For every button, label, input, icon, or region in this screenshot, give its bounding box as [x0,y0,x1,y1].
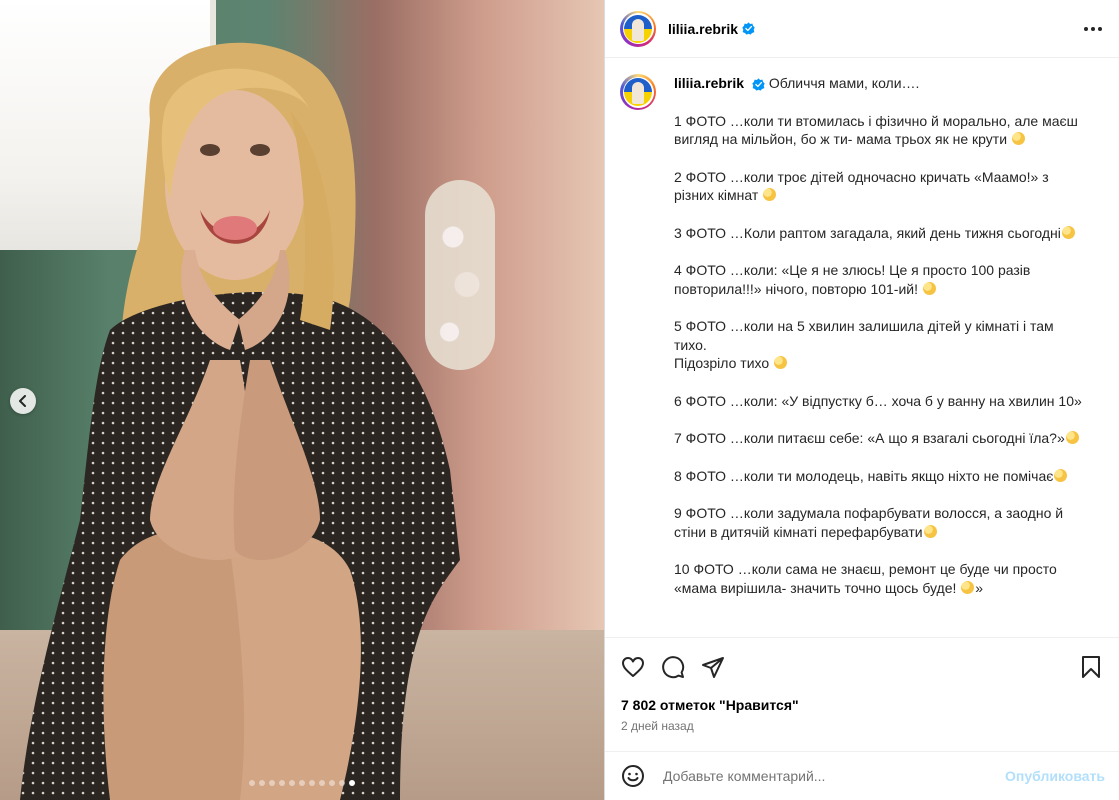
post-actions [605,637,1119,695]
emoji-icon [1065,431,1079,444]
caption-text: liliia.rebrik Обличчя мами, коли…. 1 ФОТ… [674,74,1084,597]
bookmark-icon [1082,655,1100,678]
post-header: liliia.rebrik [605,0,1119,58]
like-button[interactable] [621,655,645,679]
carousel-dot [259,780,265,786]
carousel-dot [269,780,275,786]
carousel-dot [249,780,255,786]
share-button[interactable] [701,655,725,679]
carousel-dot [299,780,305,786]
caption-fade [605,617,1119,637]
avatar-image [624,78,652,106]
heart-icon [622,656,644,677]
carousel-dot [339,780,345,786]
emoji-icon [774,356,788,369]
carousel-prev-button[interactable] [10,388,36,414]
caption-username[interactable]: liliia.rebrik [674,75,744,91]
comment-button[interactable] [661,655,685,679]
caption-paragraph: 10 ФОТО …коли сама не знаєш, ремонт це б… [674,561,1057,596]
caption-paragraph: 7 ФОТО …коли питаєш себе: «А що я взагал… [674,429,1084,448]
carousel-dot [329,780,335,786]
carousel-dot [309,780,315,786]
carousel-dot [279,780,285,786]
emoji-icon [923,524,937,538]
avatar-image [624,14,652,43]
save-button[interactable] [1079,655,1103,679]
caption-paragraph: 2 ФОТО …коли троє дітей одночасно кричат… [674,168,1049,204]
caption-paragraph: 4 ФОТО …коли: «Це я не злюсь! Це я прост… [674,262,1031,297]
caption-paragraph: 6 ФОТО …коли: «У відпустку б… хоча б у в… [674,392,1082,409]
comment-input[interactable] [661,767,1006,785]
caption-title: Обличчя мами, коли…. [768,75,920,91]
avatar[interactable] [620,10,656,47]
post-photo[interactable] [0,0,604,800]
emoji-icon [763,188,777,201]
caption-paragraph: 3 ФОТО …Коли раптом загадала, який день … [674,224,1084,243]
emoji-picker-button[interactable] [621,764,645,788]
more-horizontal-icon [1084,26,1102,31]
caption-paragraph: 5 ФОТО …коли на 5 хвилин залишила дітей … [674,318,1054,371]
carousel-dot [319,780,325,786]
comment-bar: Опубликовать [605,751,1119,800]
carousel-dot [289,780,295,786]
likes-count[interactable]: 7 802 отметок "Нравится" [621,697,799,713]
woman-figure [20,42,460,800]
caption-avatar[interactable] [620,74,656,110]
emoji-icon [622,765,644,787]
more-options-button[interactable] [1081,17,1105,41]
emoji-icon [1054,468,1068,482]
post-side-panel: liliia.rebrik liliia.rebrik Обличчя мами… [604,0,1119,800]
verified-badge-icon [752,78,765,91]
publish-comment-button[interactable]: Опубликовать [1005,768,1105,784]
caption-paragraph: 8 ФОТО …коли ти молодець, навіть якщо ні… [674,467,1084,486]
caption-paragraph: 9 ФОТО …коли задумала пофарбувати волосс… [674,505,1064,540]
verified-badge-icon [742,22,755,35]
send-icon [702,656,724,678]
emoji-icon [1011,132,1025,145]
emoji-icon [1061,225,1075,239]
post-time[interactable]: 2 дней назад [621,719,694,733]
emoji-icon [961,580,975,594]
caption-section[interactable]: liliia.rebrik Обличчя мами, коли…. 1 ФОТ… [605,59,1119,637]
carousel-indicator [0,780,604,786]
username-link[interactable]: liliia.rebrik [668,21,738,37]
emoji-icon [922,281,936,295]
chevron-left-icon [19,395,26,407]
comment-icon [662,655,685,678]
caption-paragraph: 1 ФОТО …коли ти втомилась і фізично й мо… [674,112,1078,148]
carousel-dot-active [349,780,355,786]
